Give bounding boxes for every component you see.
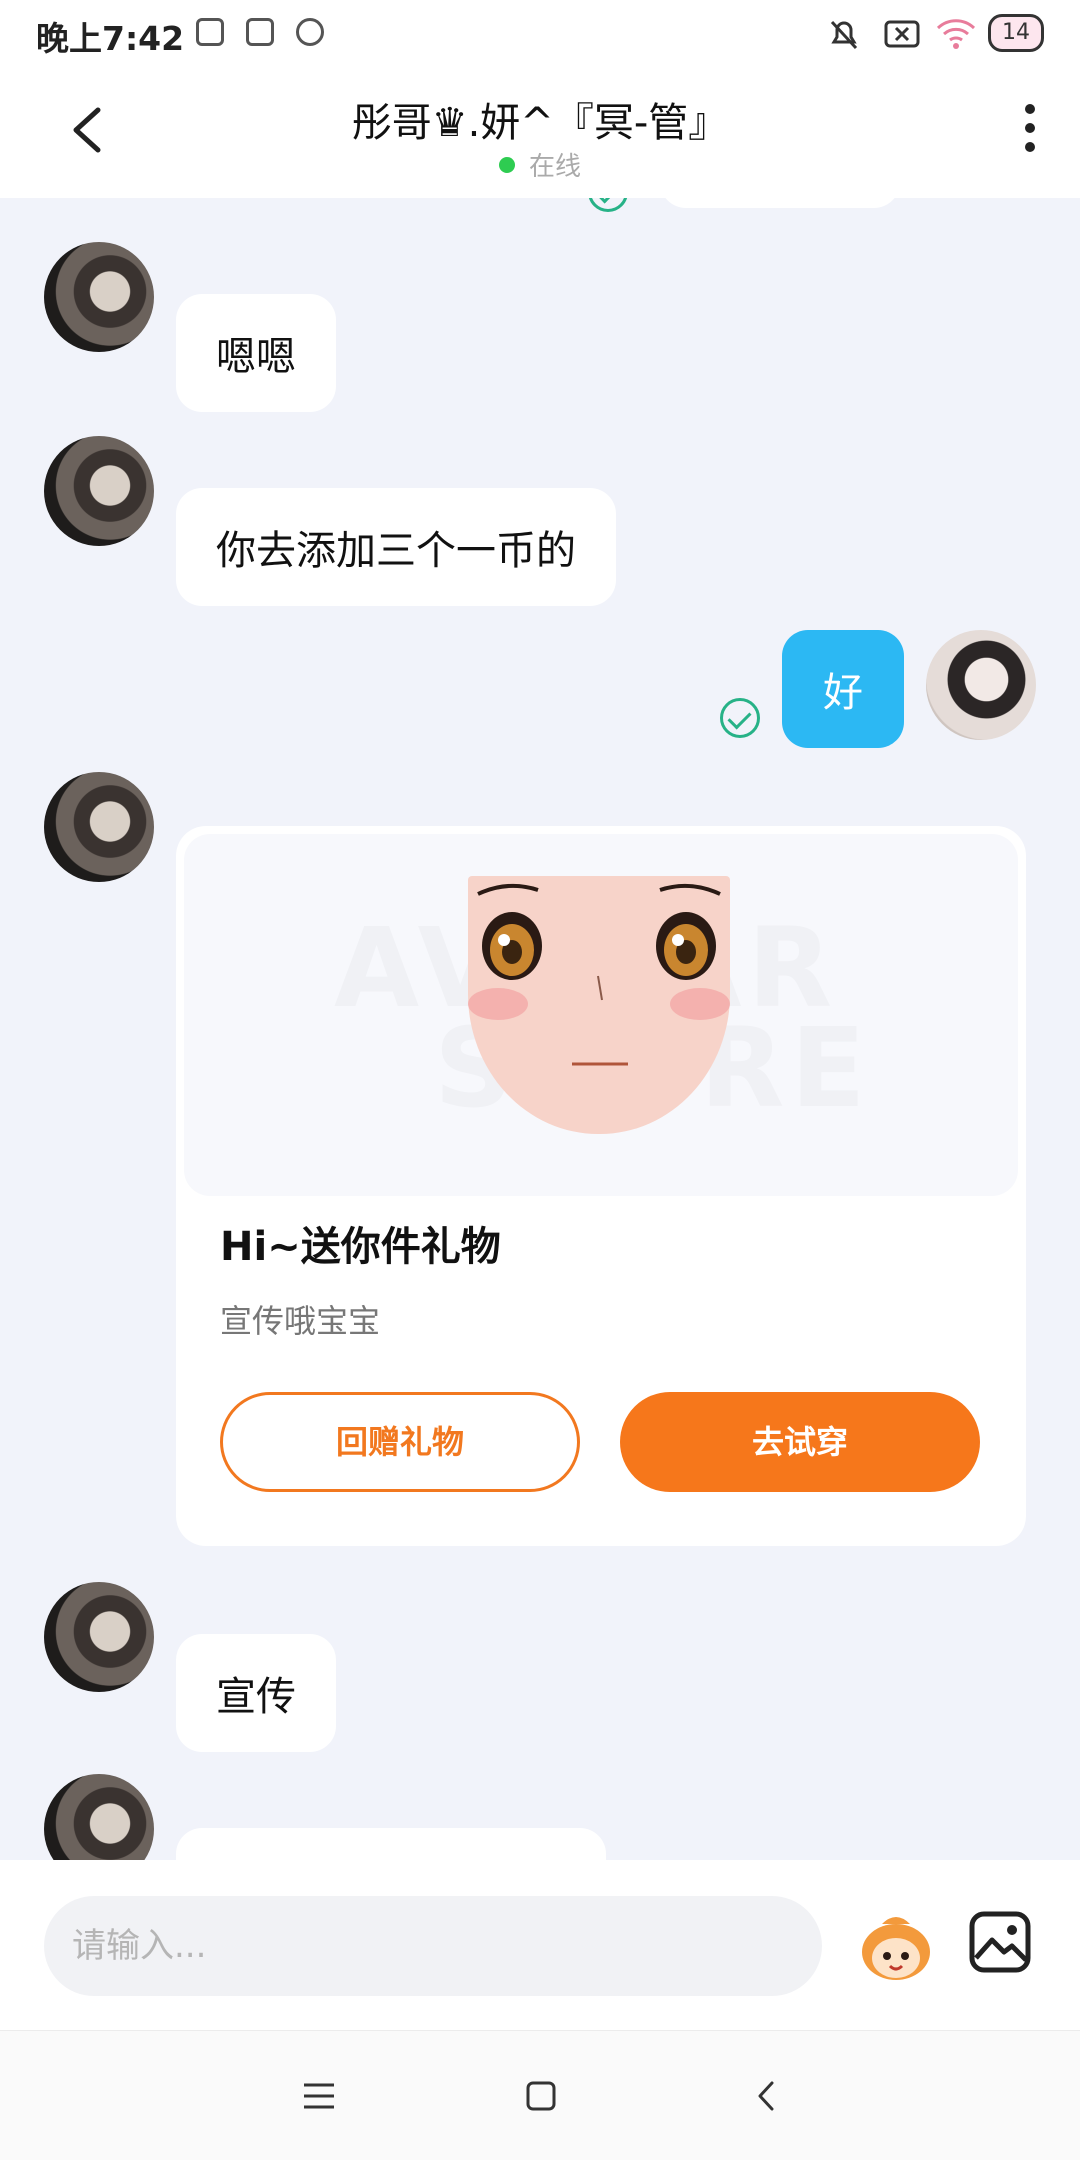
- bell-muted-icon: [830, 20, 858, 50]
- notification-icon: [196, 18, 224, 46]
- online-dot-icon: [498, 157, 515, 173]
- avatar[interactable]: [44, 772, 154, 882]
- avatar[interactable]: [926, 630, 1036, 740]
- online-status: 在线: [0, 146, 1080, 183]
- status-time: 晚上7:42: [36, 19, 185, 58]
- gift-title: Hi~送你件礼物: [220, 1224, 501, 1270]
- battery-level: 14: [1002, 20, 1030, 45]
- message-bubble-mine[interactable]: 好: [782, 630, 904, 748]
- notification-icon: [296, 18, 324, 46]
- menu-icon[interactable]: [294, 2071, 344, 2121]
- chat-title[interactable]: 彤哥♛.妍^『冥-管』: [0, 90, 1080, 148]
- message-input[interactable]: [44, 1896, 822, 1996]
- online-status-text: 在线: [528, 152, 581, 182]
- gift-subtitle: 宣传哦宝宝: [220, 1302, 381, 1340]
- chevron-left-icon[interactable]: [742, 2071, 792, 2121]
- message-bubble-partial: [176, 1828, 606, 1860]
- square-home-icon[interactable]: [516, 2071, 566, 2121]
- mascot-emoji-icon[interactable]: [856, 1910, 936, 1984]
- image-icon[interactable]: [968, 1910, 1032, 1974]
- message-bubble[interactable]: 宣传: [176, 1634, 336, 1752]
- input-bar: [0, 1860, 1080, 2030]
- chat-header: 彤哥♛.妍^『冥-管』 在线: [0, 70, 1080, 198]
- battery-icon: 14: [988, 14, 1044, 52]
- notification-icon: [246, 18, 274, 46]
- return-gift-button[interactable]: 回赠礼物: [220, 1392, 580, 1492]
- check-circle-icon: [720, 698, 760, 738]
- avatar-face-image: [468, 876, 730, 1134]
- sim-disabled-icon: [884, 20, 920, 48]
- avatar[interactable]: [44, 242, 154, 352]
- more-vertical-icon[interactable]: [1020, 104, 1040, 160]
- face-features-icon: [468, 883, 730, 1066]
- message-bubble[interactable]: 嗯嗯: [176, 294, 336, 412]
- wifi-icon: [936, 19, 976, 49]
- try-on-button[interactable]: 去试穿: [620, 1392, 980, 1492]
- check-circle-icon: [588, 198, 628, 212]
- avatar[interactable]: [44, 436, 154, 546]
- gift-card[interactable]: AVATAR STORE: [176, 826, 1026, 1546]
- message-bubble-partial: [660, 198, 900, 208]
- gift-preview[interactable]: AVATAR STORE: [184, 834, 1018, 1196]
- avatar[interactable]: [44, 1774, 154, 1860]
- chat-message-list[interactable]: 嗯嗯 你去添加三个一币的 好 AVATAR STORE: [0, 198, 1080, 1860]
- status-bar: 晚上7:42 14: [0, 0, 1080, 70]
- avatar[interactable]: [44, 1582, 154, 1692]
- system-nav-bar: [0, 2030, 1080, 2160]
- message-bubble[interactable]: 你去添加三个一币的: [176, 488, 616, 606]
